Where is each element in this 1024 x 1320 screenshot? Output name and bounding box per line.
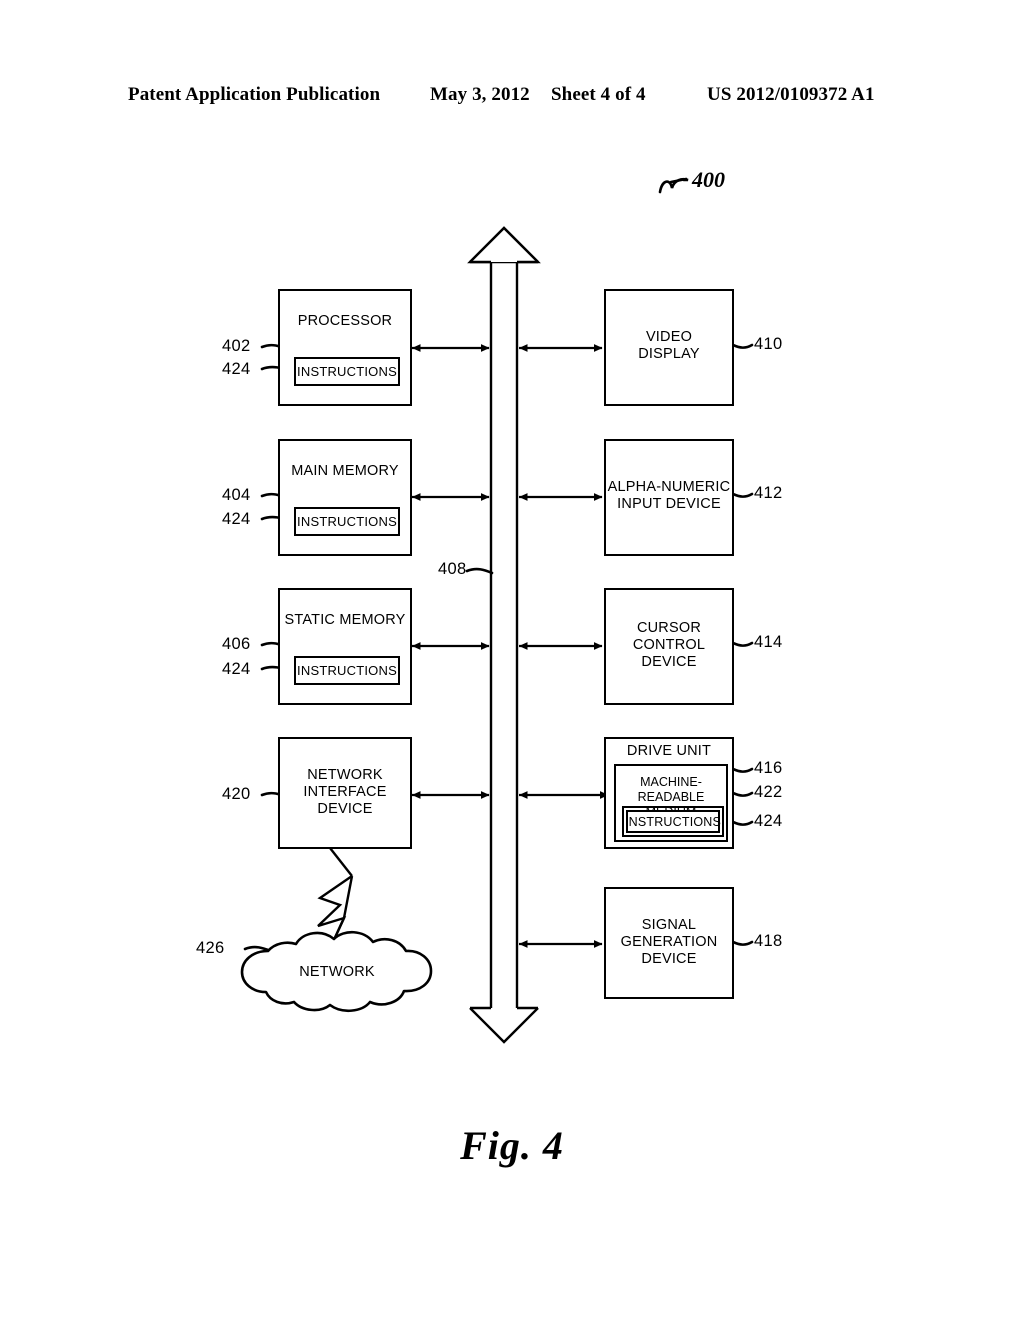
ref-lead-lines-right <box>731 343 754 946</box>
ref-418: 418 <box>754 932 783 950</box>
figure-caption: Fig. 4 <box>460 1123 564 1168</box>
ref-424-processor: 424 <box>222 360 251 378</box>
block-processor-instructions-label: INSTRUCTIONS <box>297 364 397 379</box>
ref-424-static-memory: 424 <box>222 660 251 678</box>
ref-414: 414 <box>754 633 783 651</box>
block-main-memory: MAIN MEMORY INSTRUCTIONS <box>278 439 412 556</box>
ref-416: 416 <box>754 759 783 777</box>
network-link <box>317 847 354 943</box>
block-cursor-control-device-title: CURSOR CONTROL DEVICE <box>632 620 706 670</box>
figure-4-diagram: 400 PROCESSOR INSTRUCTIONS 402 424 MAIN … <box>0 0 1024 1320</box>
figure-ref-lead-400 <box>658 177 689 194</box>
ref-424-drive-unit: 424 <box>754 812 783 830</box>
block-machine-readable-medium: MACHINE- READABLE MEDIUM INSTRUCTIONS <box>614 764 728 842</box>
ref-412: 412 <box>754 484 783 502</box>
block-network-interface-device-title: NETWORK INTERFACE DEVICE <box>303 767 387 817</box>
block-video-display-title: VIDEO DISPLAY <box>638 329 700 362</box>
block-main-memory-instructions-label: INSTRUCTIONS <box>297 514 397 529</box>
block-static-memory-title: STATIC MEMORY <box>284 612 406 628</box>
ref-424-main-memory: 424 <box>222 510 251 528</box>
ref-406: 406 <box>222 635 251 653</box>
block-drive-unit-instructions-label: INSTRUCTIONS <box>624 814 722 829</box>
block-alpha-numeric-input-device: ALPHA-NUMERIC INPUT DEVICE <box>604 439 734 556</box>
system-bus-arrow <box>467 226 541 1044</box>
block-main-memory-instructions: INSTRUCTIONS <box>294 507 400 536</box>
block-video-display: VIDEO DISPLAY <box>604 289 734 406</box>
bus-connector-right <box>518 344 609 948</box>
network-cloud-label: NETWORK <box>299 964 375 980</box>
block-cursor-control-device: CURSOR CONTROL DEVICE <box>604 588 734 705</box>
block-drive-unit-instructions: INSTRUCTIONS <box>622 806 724 837</box>
block-network-interface-device: NETWORK INTERFACE DEVICE <box>278 737 412 849</box>
ref-410: 410 <box>754 335 783 353</box>
network-cloud: NETWORK <box>242 941 432 1003</box>
block-static-memory-instructions: INSTRUCTIONS <box>294 656 400 685</box>
block-processor-title: PROCESSOR <box>297 313 393 329</box>
ref-404: 404 <box>222 486 251 504</box>
block-alpha-numeric-input-device-title: ALPHA-NUMERIC INPUT DEVICE <box>607 479 731 512</box>
block-static-memory-instructions-label: INSTRUCTIONS <box>297 663 397 678</box>
block-drive-unit-title: DRIVE UNIT <box>626 743 712 759</box>
block-main-memory-title: MAIN MEMORY <box>291 463 399 479</box>
ref-402: 402 <box>222 337 251 355</box>
figure-system-ref-400: 400 <box>692 167 725 192</box>
block-processor-instructions: INSTRUCTIONS <box>294 357 400 386</box>
block-static-memory: STATIC MEMORY INSTRUCTIONS <box>278 588 412 705</box>
block-drive-unit: DRIVE UNIT MACHINE- READABLE MEDIUM INST… <box>604 737 734 849</box>
ref-422: 422 <box>754 783 783 801</box>
block-processor: PROCESSOR INSTRUCTIONS <box>278 289 412 406</box>
block-signal-generation-device-title: SIGNAL GENERATION DEVICE <box>620 917 718 967</box>
ref-420: 420 <box>222 785 251 803</box>
ref-408-bus: 408 <box>438 560 467 578</box>
block-signal-generation-device: SIGNAL GENERATION DEVICE <box>604 887 734 999</box>
ref-426: 426 <box>196 939 225 957</box>
